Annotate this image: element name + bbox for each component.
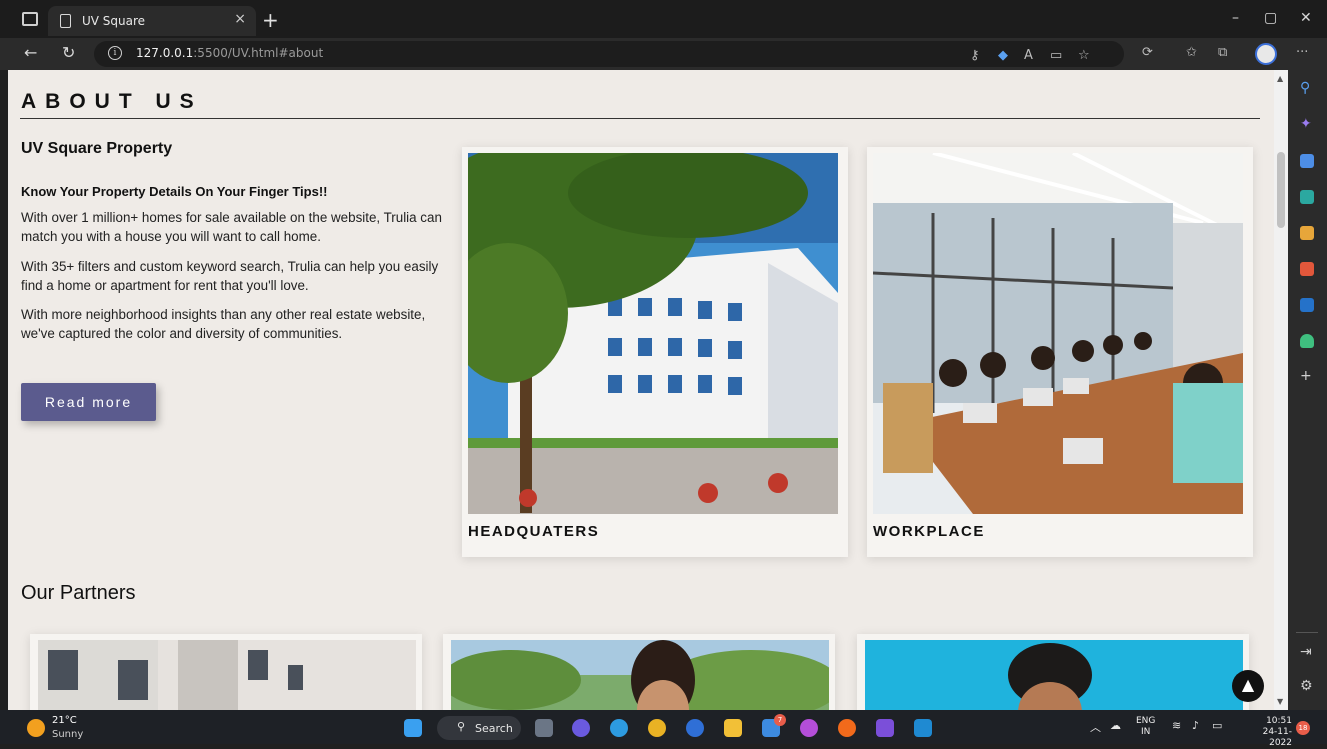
scroll-up-icon[interactable]: ▲ [1277,74,1283,83]
new-tab-button[interactable]: + [262,8,279,32]
taskbar-search[interactable]: ⚲ Search [437,716,521,740]
tab-title: UV Square [82,14,146,28]
sidebar-shopping-icon[interactable] [1300,154,1314,168]
partner-image-3 [865,640,1243,710]
extensions-icon[interactable]: ⟳ [1142,45,1153,60]
minimize-button[interactable]: – [1232,10,1239,26]
app-icon[interactable] [686,719,704,737]
coupon-icon[interactable]: ◆ [998,48,1008,63]
settings-more-icon[interactable]: ··· [1296,45,1308,60]
page-icon [60,14,71,28]
weather-sun-icon[interactable] [27,719,45,737]
mail-badge: 7 [774,714,786,726]
about-paragraph-2: With 35+ filters and custom keyword sear… [21,259,439,293]
profile-avatar[interactable] [1255,43,1277,65]
task-view-icon[interactable] [535,719,553,737]
headquarters-image [468,153,838,514]
clock[interactable]: 10:51 24-11-2022 [1240,716,1292,749]
favorite-star-icon[interactable]: ☆ [1078,48,1090,63]
about-heading: ABOUT US [21,90,203,113]
weather-condition[interactable]: Sunny [52,729,83,740]
file-explorer-icon[interactable] [724,719,742,737]
start-menu-icon[interactable] [404,719,422,737]
game-app-icon[interactable] [800,719,818,737]
sidebar-outlook-icon[interactable] [1300,298,1314,312]
sidebar-office-icon[interactable] [1300,262,1314,276]
tray-cloud-icon[interactable]: ☁ [1110,719,1121,732]
browser-tab[interactable]: UV Square × [48,6,256,36]
read-more-button[interactable]: Read more [21,383,156,421]
wifi-icon[interactable]: ≋ [1172,719,1181,732]
collections-icon[interactable]: ⧉ [1218,45,1227,60]
browser-tab-bar: UV Square × + – ▢ ✕ [0,0,1327,38]
about-paragraph-1: With over 1 million+ homes for sale avai… [21,210,442,244]
sidebar-search-icon[interactable]: ⚲ [1300,80,1310,96]
chrome-icon[interactable] [648,719,666,737]
windows-taskbar: 21°C Sunny ⚲ Search 7 ︿ ☁ ENG IN ≋ ♪ ▭ 10… [0,710,1327,748]
sidebar-add-icon[interactable]: + [1300,368,1312,384]
weather-temperature[interactable]: 21°C [52,715,77,726]
site-info-icon[interactable]: i [108,46,122,60]
edge-icon[interactable] [610,719,628,737]
chat-icon[interactable] [572,719,590,737]
favorites-icon[interactable]: ✩ [1186,45,1197,60]
tray-overflow-icon[interactable]: ︿ [1090,719,1101,735]
firefox-icon[interactable] [838,719,856,737]
maximize-button[interactable]: ▢ [1264,10,1277,26]
scroll-down-icon[interactable]: ▼ [1277,697,1283,706]
sidebar-settings-icon[interactable]: ⚙ [1300,678,1313,694]
notification-badge[interactable]: 18 [1296,721,1310,735]
key-icon[interactable]: ⚷ [970,48,980,63]
headquarters-card[interactable]: HEADQUATERS [462,147,848,557]
partner-card-2[interactable] [443,634,835,710]
workplace-card[interactable]: WORKPLACE [867,147,1253,557]
workplace-image [873,153,1243,514]
battery-icon[interactable]: ▭ [1212,719,1222,732]
back-to-top-button[interactable]: ▲ [1232,670,1264,702]
sidebar-tools-icon[interactable] [1300,190,1314,204]
read-aloud-icon[interactable]: A [1024,48,1033,63]
search-label: Search [475,722,513,735]
vscode-icon[interactable] [914,719,932,737]
partner-image-1 [38,640,416,710]
sidebar-copilot-icon[interactable]: ✦ [1300,116,1312,132]
page-viewport: ABOUT US UV Square Property Know Your Pr… [8,70,1274,710]
close-window-button[interactable]: ✕ [1300,10,1312,26]
reload-button[interactable]: ↻ [62,43,75,62]
partner-card-1[interactable] [30,634,422,710]
workplace-caption: WORKPLACE [873,523,985,540]
volume-icon[interactable]: ♪ [1192,719,1199,732]
scrollbar-thumb[interactable] [1277,152,1285,228]
sidebar-people-icon[interactable] [1300,226,1314,240]
address-bar[interactable]: i 127.0.0.1:5500/UV.html#about ⚷ ◆ A ▭ ☆ [94,41,1124,67]
edge-sidebar: ⚲ ✦ + ⇥ ⚙ [1288,70,1327,710]
reader-icon[interactable]: ▭ [1050,48,1062,63]
tab-actions-icon[interactable] [22,12,38,26]
sidebar-games-icon[interactable] [1300,334,1314,348]
partner-card-3[interactable] [857,634,1249,710]
back-button[interactable]: ← [24,43,37,62]
search-icon: ⚲ [457,720,466,733]
teams-icon[interactable] [876,719,894,737]
url-text: 127.0.0.1:5500/UV.html#about [136,46,324,60]
partners-heading: Our Partners [21,582,136,604]
heading-divider [20,118,1260,119]
headquarters-caption: HEADQUATERS [468,523,600,540]
sidebar-hide-icon[interactable]: ⇥ [1300,644,1312,660]
sidebar-divider [1296,632,1318,633]
partner-image-2 [451,640,829,710]
company-name: UV Square Property [21,140,173,157]
page-scrollbar[interactable]: ▲ ▼ [1274,70,1288,710]
tagline: Know Your Property Details On Your Finge… [21,184,328,199]
browser-nav-bar: ← ↻ i 127.0.0.1:5500/UV.html#about ⚷ ◆ A… [0,38,1327,70]
language-indicator[interactable]: ENG IN [1136,716,1155,738]
about-paragraph-3: With more neighborhood insights than any… [21,307,426,341]
tab-close-icon[interactable]: × [234,11,246,27]
